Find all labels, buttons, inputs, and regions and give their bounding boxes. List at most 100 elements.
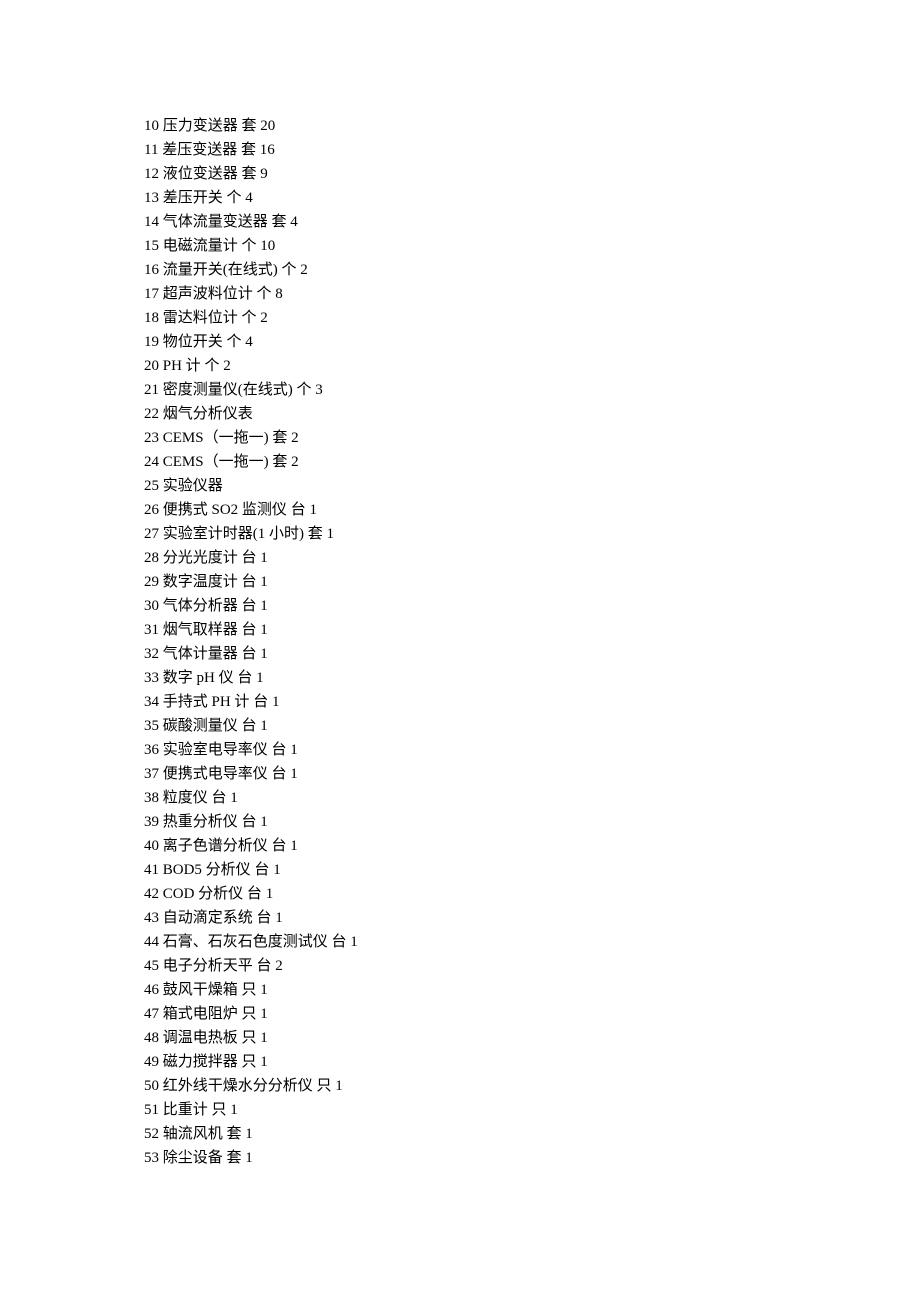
item-unit: 台 [291,502,306,518]
item-unit: 只 [212,1102,227,1118]
list-item: 32 气体计量器 台 1 [144,642,920,666]
list-item: 51 比重计 只 1 [144,1098,920,1122]
list-item: 13 差压开关 个 4 [144,186,920,210]
item-unit: 套 [242,118,257,134]
item-number: 10 [144,118,159,134]
item-qty: 1 [260,1054,268,1070]
list-item: 35 碳酸测量仪 台 1 [144,714,920,738]
item-number: 27 [144,526,159,542]
item-number: 49 [144,1054,159,1070]
item-qty: 2 [275,958,283,974]
item-name: 气体分析器 [163,598,238,614]
list-item: 12 液位变送器 套 9 [144,162,920,186]
item-number: 47 [144,1006,159,1022]
list-item: 43 自动滴定系统 台 1 [144,906,920,930]
item-qty: 1 [290,838,298,854]
list-item: 16 流量开关(在线式) 个 2 [144,258,920,282]
item-number: 21 [144,382,159,398]
item-unit: 台 [242,646,257,662]
item-unit: 套 [272,430,287,446]
item-unit: 个 [242,238,257,254]
item-name: 实验室计时器(1 小时) [163,526,304,542]
list-item: 27 实验室计时器(1 小时) 套 1 [144,522,920,546]
item-name: 石膏、石灰石色度测试仪 [163,934,328,950]
item-qty: 10 [260,238,275,254]
item-number: 22 [144,406,159,422]
item-qty: 1 [275,910,283,926]
item-qty: 1 [350,934,358,950]
item-qty: 3 [315,382,323,398]
item-number: 18 [144,310,159,326]
item-unit: 台 [242,574,257,590]
item-number: 42 [144,886,159,902]
item-number: 52 [144,1126,159,1142]
item-qty: 1 [260,622,268,638]
item-number: 19 [144,334,159,350]
item-name: 离子色谱分析仪 [163,838,268,854]
item-number: 45 [144,958,159,974]
item-name: 比重计 [163,1102,208,1118]
item-name: 便携式电导率仪 [163,766,268,782]
item-qty: 1 [260,550,268,566]
item-number: 32 [144,646,159,662]
item-unit: 个 [204,358,219,374]
item-qty: 2 [300,262,308,278]
item-number: 34 [144,694,159,710]
item-unit: 台 [257,910,272,926]
list-item: 26 便携式 SO2 监测仪 台 1 [144,498,920,522]
item-qty: 1 [230,790,238,806]
item-number: 17 [144,286,159,302]
item-unit: 只 [242,1030,257,1046]
item-name: 数字 pH 仪 [163,670,234,686]
item-name: 数字温度计 [163,574,238,590]
item-name: 流量开关(在线式) [163,262,278,278]
item-qty: 16 [260,142,275,158]
item-qty: 1 [260,982,268,998]
item-number: 44 [144,934,159,950]
item-unit: 台 [242,814,257,830]
item-qty: 2 [223,358,231,374]
item-qty: 1 [266,886,274,902]
list-item: 38 粒度仪 台 1 [144,786,920,810]
item-qty: 8 [275,286,283,302]
list-item: 17 超声波料位计 个 8 [144,282,920,306]
item-name: 实验仪器 [163,478,223,494]
item-unit: 台 [257,958,272,974]
item-name: 气体计量器 [163,646,238,662]
item-name: CEMS（一拖一) [163,430,269,446]
item-number: 38 [144,790,159,806]
item-name: 箱式电阻炉 [163,1006,238,1022]
item-number: 36 [144,742,159,758]
list-item: 34 手持式 PH 计 台 1 [144,690,920,714]
item-qty: 1 [260,1030,268,1046]
item-qty: 2 [291,430,299,446]
list-item: 46 鼓风干燥箱 只 1 [144,978,920,1002]
item-qty: 1 [309,502,317,518]
item-name: 电子分析天平 [163,958,253,974]
item-name: CEMS（一拖一) [163,454,269,470]
item-unit: 台 [212,790,227,806]
item-name: 鼓风干燥箱 [163,982,238,998]
item-qty: 1 [272,694,280,710]
item-name: 差压变送器 [162,142,237,158]
item-name: 物位开关 [163,334,223,350]
item-unit: 台 [254,862,269,878]
item-name: 烟气分析仪表 [163,406,253,422]
item-name: COD 分析仪 [163,886,243,902]
item-unit: 个 [227,334,242,350]
item-qty: 9 [260,166,268,182]
list-item: 11 差压变送器 套 16 [144,138,920,162]
list-item: 23 CEMS（一拖一) 套 2 [144,426,920,450]
item-number: 31 [144,622,159,638]
list-item: 45 电子分析天平 台 2 [144,954,920,978]
list-item: 49 磁力搅拌器 只 1 [144,1050,920,1074]
item-number: 29 [144,574,159,590]
item-unit: 套 [227,1126,242,1142]
item-number: 25 [144,478,159,494]
item-unit: 个 [282,262,297,278]
equipment-list: 10 压力变送器 套 2011 差压变送器 套 1612 液位变送器 套 913… [144,114,920,1170]
item-unit: 台 [242,550,257,566]
list-item: 42 COD 分析仪 台 1 [144,882,920,906]
item-unit: 个 [257,286,272,302]
list-item: 37 便携式电导率仪 台 1 [144,762,920,786]
